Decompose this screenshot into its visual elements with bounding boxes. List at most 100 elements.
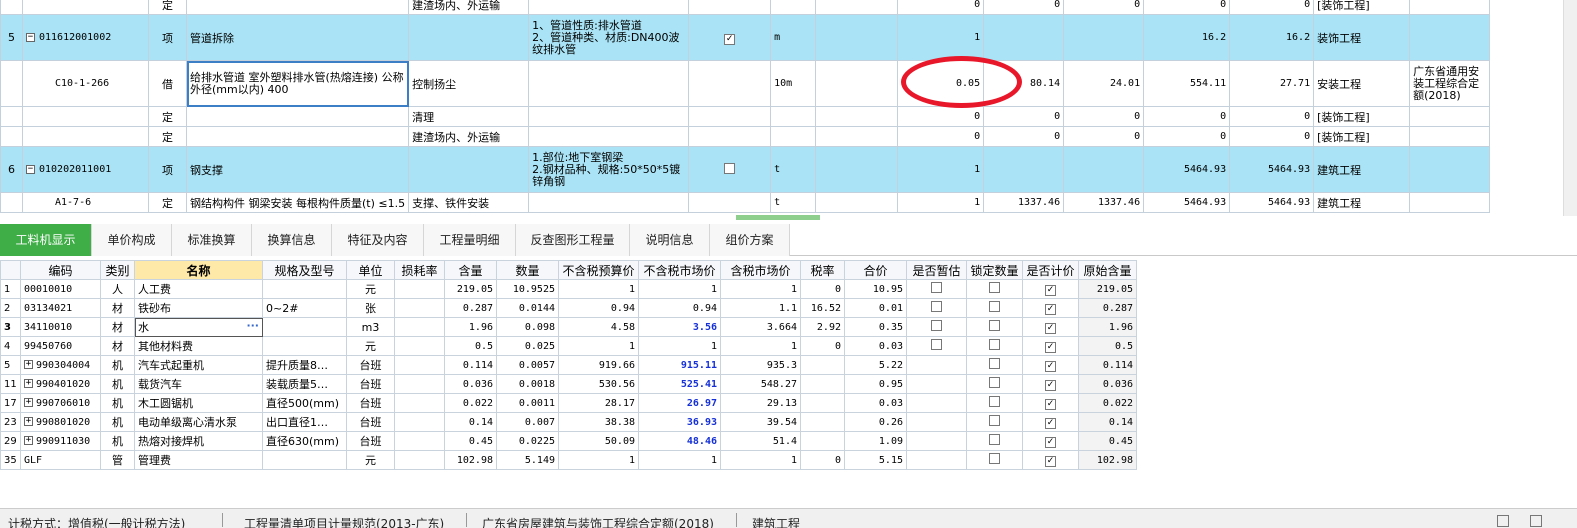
bill-cell-no[interactable] bbox=[0, 0, 23, 15]
cell-unit[interactable]: 元 bbox=[346, 450, 395, 470]
cell-tax_market[interactable]: 1 bbox=[720, 336, 801, 356]
cell-unit[interactable]: 台班 bbox=[346, 393, 395, 413]
cell-loss[interactable] bbox=[394, 298, 445, 318]
cell-qty[interactable]: 0.0225 bbox=[496, 431, 559, 451]
lock-checkbox[interactable] bbox=[989, 453, 1000, 464]
feature-checkbox[interactable]: ✓ bbox=[724, 33, 736, 45]
cell-pre_tax_budget[interactable]: 0.94 bbox=[558, 298, 639, 318]
cell-pre_tax_budget[interactable]: 1 bbox=[558, 279, 639, 299]
cell-pre_tax_market[interactable]: 3.56 bbox=[638, 317, 721, 337]
cell-no[interactable]: 3 bbox=[0, 317, 21, 337]
bill-cell-desc[interactable]: 支撑、铁件安装 bbox=[408, 192, 530, 213]
bill-cell-v1[interactable]: 1 bbox=[897, 146, 985, 193]
cell-no[interactable]: 29 bbox=[0, 431, 21, 451]
bill-cell-std[interactable] bbox=[1409, 106, 1491, 127]
cell-qty_ratio[interactable]: 0.14 bbox=[444, 412, 497, 432]
est-checkbox[interactable] bbox=[931, 320, 942, 331]
cell-type[interactable]: 材 bbox=[100, 317, 135, 337]
cell-type[interactable]: 机 bbox=[100, 355, 135, 375]
cell-tax_rate[interactable] bbox=[800, 393, 845, 413]
cell-total[interactable]: 1.09 bbox=[844, 431, 907, 451]
cell-pre_tax_budget[interactable]: 1 bbox=[558, 336, 639, 356]
cell-tax_market[interactable]: 39.54 bbox=[720, 412, 801, 432]
bill-cell-v4[interactable]: 554.11 bbox=[1143, 60, 1231, 107]
cell-no[interactable]: 23 bbox=[0, 412, 21, 432]
bill-cell-blank[interactable] bbox=[815, 106, 899, 127]
bill-cell-cat[interactable]: 建筑工程 bbox=[1313, 192, 1411, 213]
cell-total[interactable]: 0.95 bbox=[844, 374, 907, 394]
bill-cell-blank[interactable] bbox=[815, 60, 899, 107]
cell-code[interactable]: 03134021 bbox=[20, 298, 101, 318]
cell-tax_market[interactable]: 935.3 bbox=[720, 355, 801, 375]
cell-lock[interactable] bbox=[966, 298, 1023, 318]
column-header-2[interactable]: 名称 bbox=[134, 260, 263, 280]
tab-6[interactable]: 反查图形工程量 bbox=[516, 224, 630, 256]
cell-lock[interactable] bbox=[966, 412, 1023, 432]
bill-cell-cat[interactable]: [装饰工程] bbox=[1313, 106, 1411, 127]
cell-qty_ratio[interactable]: 0.287 bbox=[444, 298, 497, 318]
column-header-8[interactable]: 不含税预算价 bbox=[558, 260, 639, 280]
resource-row[interactable]: 4 99450760 材 其他材料费 元 0.5 0.025 1 1 1 0 0.03 ✓ 0.5 bbox=[0, 336, 1137, 356]
bill-cell-code[interactable]: −010202011001 bbox=[22, 146, 149, 193]
lock-checkbox[interactable] bbox=[989, 339, 1000, 350]
cell-qty_ratio[interactable]: 1.96 bbox=[444, 317, 497, 337]
bill-cell-name[interactable]: 钢结构构件 钢梁安装 每根构件质量(t) ≤1.5 bbox=[185, 192, 410, 213]
column-header-14[interactable]: 锁定数量 bbox=[966, 260, 1023, 280]
column-header-1[interactable]: 类别 bbox=[100, 260, 135, 280]
cell-lock[interactable] bbox=[966, 336, 1023, 356]
cell-spec[interactable]: 直径630(mm) bbox=[262, 431, 347, 451]
cell-spec[interactable] bbox=[262, 317, 347, 337]
priced-checkbox[interactable]: ✓ bbox=[1045, 456, 1056, 467]
column-header-3[interactable]: 规格及型号 bbox=[262, 260, 347, 280]
cell-total[interactable]: 0.35 bbox=[844, 317, 907, 337]
grid-view-icon[interactable] bbox=[1530, 515, 1542, 527]
cell-loss[interactable] bbox=[394, 450, 445, 470]
cell-pre_tax_market[interactable]: 1 bbox=[638, 279, 721, 299]
lock-checkbox[interactable] bbox=[989, 396, 1000, 407]
column-header-16[interactable]: 原始含量 bbox=[1078, 260, 1137, 280]
cell-loss[interactable] bbox=[394, 355, 445, 375]
bill-cell-v3[interactable] bbox=[1063, 14, 1145, 61]
cell-pre_tax_budget[interactable]: 530.56 bbox=[558, 374, 639, 394]
cell-spec[interactable] bbox=[262, 450, 347, 470]
lock-checkbox[interactable] bbox=[989, 434, 1000, 445]
lock-checkbox[interactable] bbox=[989, 358, 1000, 369]
cell-est[interactable] bbox=[906, 450, 967, 470]
cell-code[interactable]: 00010010 bbox=[20, 279, 101, 299]
cell-pre_tax_market[interactable]: 1 bbox=[638, 450, 721, 470]
cell-pre_tax_market[interactable]: 0.94 bbox=[638, 298, 721, 318]
cell-tax_rate[interactable]: 16.52 bbox=[800, 298, 845, 318]
cell-pre_tax_market[interactable]: 26.97 bbox=[638, 393, 721, 413]
bill-cell-code[interactable]: C10-1-266 bbox=[22, 60, 149, 107]
priced-checkbox[interactable]: ✓ bbox=[1045, 418, 1056, 429]
cell-est[interactable] bbox=[906, 279, 967, 299]
column-header-10[interactable]: 含税市场价 bbox=[720, 260, 801, 280]
cell-orig[interactable]: 0.5 bbox=[1078, 336, 1137, 356]
bill-cell-v5[interactable]: 0 bbox=[1229, 0, 1315, 15]
bill-cell-cat[interactable]: 安装工程 bbox=[1313, 60, 1411, 107]
resource-row[interactable]: 3 34110010 材 水 ··· m3 1.96 0.098 4.58 3.56 3.664 2.… bbox=[0, 317, 1137, 337]
bill-cell-v1[interactable]: 0 bbox=[897, 0, 985, 15]
cell-est[interactable] bbox=[906, 336, 967, 356]
est-checkbox[interactable] bbox=[931, 339, 942, 350]
cell-tax_rate[interactable]: 0 bbox=[800, 450, 845, 470]
cell-no[interactable]: 5 bbox=[0, 355, 21, 375]
cell-no[interactable]: 17 bbox=[0, 393, 21, 413]
column-header-13[interactable]: 是否暂估 bbox=[906, 260, 967, 280]
cell-priced[interactable]: ✓ bbox=[1022, 393, 1079, 413]
cell-priced[interactable]: ✓ bbox=[1022, 298, 1079, 318]
cell-orig[interactable]: 0.45 bbox=[1078, 431, 1137, 451]
bill-cell-blank[interactable] bbox=[815, 14, 899, 61]
bill-cell-v3[interactable]: 0 bbox=[1063, 126, 1145, 147]
resource-row[interactable]: 35 GLF 管 管理费 元 102.98 5.149 1 1 1 0 5.15 ✓ 102.98 bbox=[0, 450, 1137, 470]
cell-pre_tax_budget[interactable]: 38.38 bbox=[558, 412, 639, 432]
cell-tax_market[interactable]: 1 bbox=[720, 450, 801, 470]
column-header-15[interactable]: 是否计价 bbox=[1022, 260, 1079, 280]
bill-cell-cat[interactable]: 装饰工程 bbox=[1313, 14, 1411, 61]
cell-qty_ratio[interactable]: 219.05 bbox=[444, 279, 497, 299]
bill-cell-no[interactable] bbox=[0, 106, 23, 127]
cell-lock[interactable] bbox=[966, 450, 1023, 470]
cell-total[interactable]: 0.03 bbox=[844, 336, 907, 356]
cell-qty[interactable]: 0.025 bbox=[496, 336, 559, 356]
feature-checkbox[interactable] bbox=[724, 162, 736, 174]
